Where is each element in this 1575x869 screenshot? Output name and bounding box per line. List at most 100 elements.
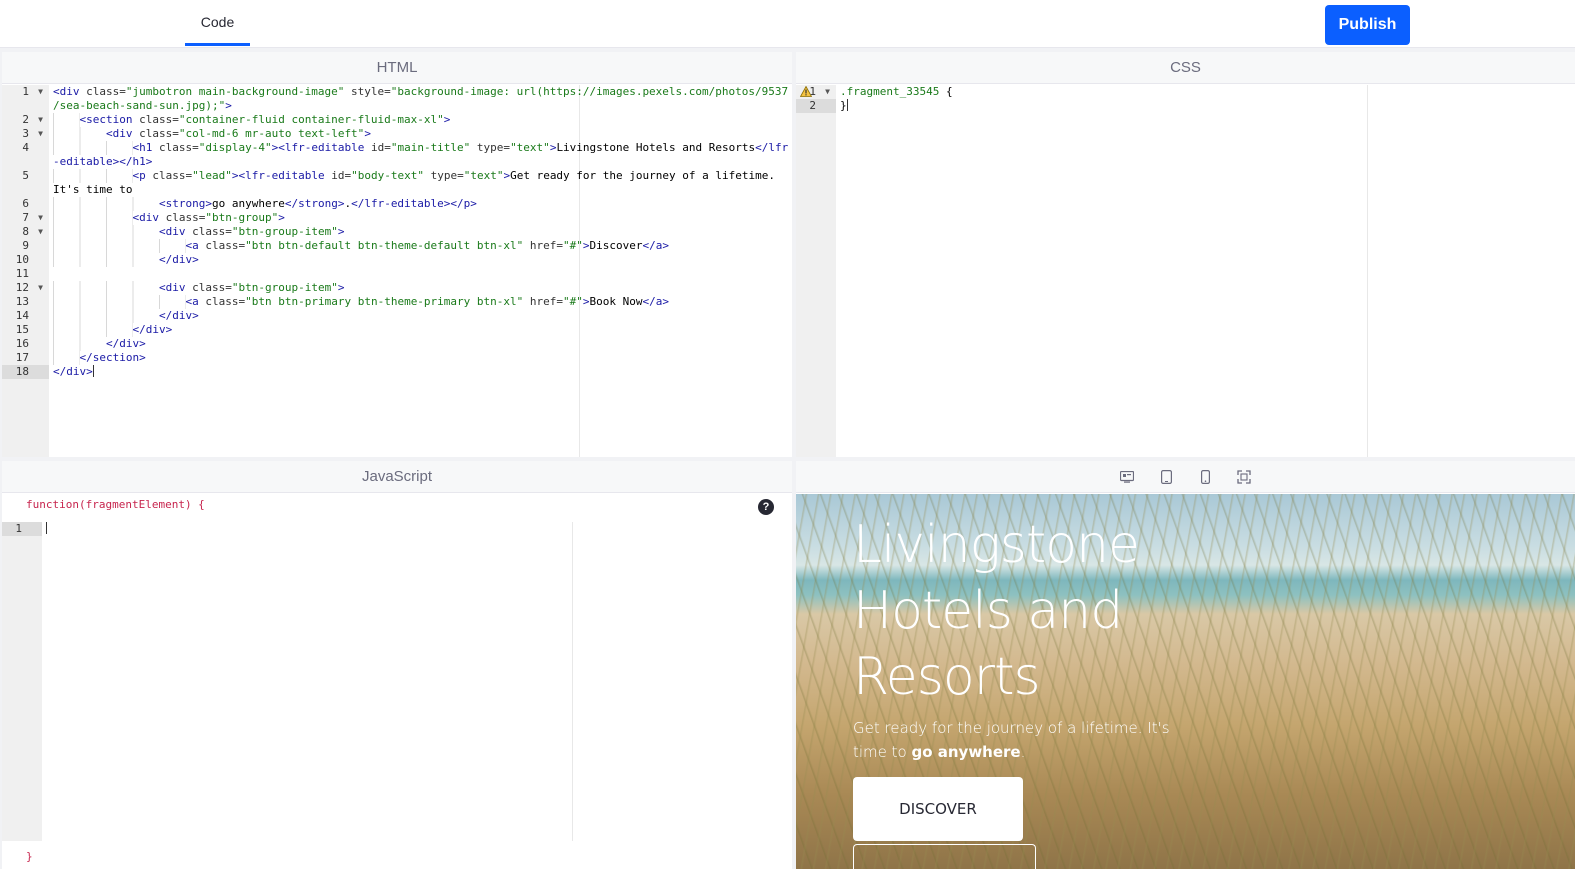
code-line[interactable]: 16 </div> xyxy=(2,337,792,351)
line-number-gutter-cell: 2 ▼ xyxy=(2,113,49,127)
code-text: <div class="col-md-6 mr-auto text-left"> xyxy=(53,127,371,141)
code-line[interactable]: 3 ▼ <div class="col-md-6 mr-auto text-left… xyxy=(2,127,792,141)
custom-size-icon[interactable] xyxy=(1234,467,1254,487)
code-line[interactable]: 10 </div> xyxy=(2,253,792,267)
line-number-gutter-cell: 1 ▼ xyxy=(796,85,836,99)
code-line[interactable]: 4 <h1 class="display-4"><lfr-editable id=… xyxy=(2,141,792,155)
code-token: "container-fluid container-fluid-max-xl" xyxy=(178,113,444,126)
code-line[interactable]: It's time to xyxy=(2,183,792,197)
top-bar: Code Publish xyxy=(0,0,1575,48)
code-token: style= xyxy=(344,85,391,98)
line-number: 17 xyxy=(15,351,29,364)
line-number: 9 xyxy=(22,239,29,252)
code-line[interactable]: 1 ▼ <div class="jumbotron main-background-… xyxy=(2,85,792,99)
fragment-code-editor: Code Publish HTML 1 ▼ <div class="jumbotro… xyxy=(0,0,1575,869)
indent-guide xyxy=(53,197,159,211)
code-line[interactable]: -editable></h1> xyxy=(2,155,792,169)
line-number-gutter-cell: 11 xyxy=(2,267,49,281)
code-text: <a class="btn btn-primary btn-theme-prim… xyxy=(53,295,669,309)
css-editor[interactable]: 1 ▼ .fragment_33545 {2} xyxy=(796,85,1575,457)
book-now-button[interactable] xyxy=(853,844,1036,869)
code-line[interactable]: 2} xyxy=(796,99,1575,113)
fold-toggle-icon[interactable]: ▼ xyxy=(38,85,43,99)
code-line[interactable]: 11 xyxy=(2,267,792,281)
tab-code[interactable]: Code xyxy=(185,0,250,46)
fold-toggle-icon[interactable]: ▼ xyxy=(38,113,43,127)
code-token: </div> xyxy=(159,309,199,322)
line-number-gutter-cell: 1 xyxy=(2,522,42,536)
indent-guide xyxy=(53,323,133,337)
code-token: "#" xyxy=(563,239,583,252)
code-line[interactable]: 6 <strong>go anywhere</strong>.</lfr-edit… xyxy=(2,197,792,211)
css-code-area[interactable] xyxy=(836,85,1575,457)
line-number: 8 xyxy=(22,225,29,238)
code-line[interactable]: 1 xyxy=(2,522,792,536)
html-panel: HTML 1 ▼ <div class="jumbotron main-backgr… xyxy=(2,52,792,457)
code-text: <div class="btn-group"> xyxy=(53,211,285,225)
line-number: 16 xyxy=(15,337,29,350)
js-editor[interactable]: 1 xyxy=(2,522,792,841)
code-text: </section> xyxy=(53,351,146,365)
line-number: 1 xyxy=(22,85,29,98)
line-number: 14 xyxy=(15,309,29,322)
code-line[interactable]: 9 <a class="btn btn-default btn-theme-def… xyxy=(2,239,792,253)
code-token: id= xyxy=(331,169,352,182)
fold-toggle-icon[interactable]: ▼ xyxy=(38,225,43,239)
code-token: -editable></h1> xyxy=(53,155,153,168)
publish-button[interactable]: Publish xyxy=(1325,5,1410,45)
code-token: /sea-beach-sand-sun.jpg);" xyxy=(53,99,226,112)
code-line[interactable]: 2 ▼ <section class="container-fluid contai… xyxy=(2,113,792,127)
indent-guide xyxy=(53,295,186,309)
line-number-gutter-cell: 8 ▼ xyxy=(2,225,49,239)
code-line[interactable]: 15 </div> xyxy=(2,323,792,337)
tablet-icon[interactable] xyxy=(1156,467,1176,487)
code-line[interactable]: 13 <a class="btn btn-primary btn-theme-pr… xyxy=(2,295,792,309)
fold-toggle-icon[interactable]: ▼ xyxy=(825,85,830,99)
code-line[interactable]: 14 </div> xyxy=(2,309,792,323)
line-number-gutter-cell xyxy=(2,99,49,113)
js-gutter xyxy=(2,522,42,841)
js-code-area[interactable] xyxy=(42,522,792,841)
fold-toggle-icon[interactable]: ▼ xyxy=(38,281,43,295)
html-editor[interactable]: 1 ▼ <div class="jumbotron main-background-… xyxy=(2,85,792,457)
code-text: </div> xyxy=(53,337,146,351)
code-token: </div> xyxy=(132,323,173,336)
fold-toggle-icon[interactable]: ▼ xyxy=(38,211,43,225)
html-panel-title: HTML xyxy=(2,52,792,84)
code-text: -editable></h1> xyxy=(53,155,152,169)
print-margin xyxy=(572,522,573,841)
code-token: class= xyxy=(86,85,126,98)
code-text: <div class="btn-group-item"> xyxy=(53,281,344,295)
code-line[interactable]: /sea-beach-sand-sun.jpg);"> xyxy=(2,99,792,113)
indent-guide xyxy=(53,309,159,323)
code-token: class= xyxy=(192,225,232,238)
line-number: 12 xyxy=(15,281,29,294)
help-icon[interactable]: ? xyxy=(758,499,774,515)
desktop-icon[interactable] xyxy=(1117,467,1137,487)
code-token: "jumbotron main-background-image" xyxy=(125,85,345,98)
hero-lead[interactable]: Get ready for the journey of a lifetime.… xyxy=(853,716,1173,764)
code-line[interactable]: 5 <p class="lead"><lfr-editable id="body-… xyxy=(2,169,792,183)
code-text: /sea-beach-sand-sun.jpg);"> xyxy=(53,99,232,113)
hero-title[interactable]: Livingstone Hotels and Resorts xyxy=(853,512,1153,710)
code-token: type= xyxy=(423,169,464,182)
code-token: </a> xyxy=(642,295,670,308)
line-number-gutter-cell: 17 xyxy=(2,351,49,365)
code-token: href= xyxy=(523,295,564,308)
code-line[interactable]: 17 </section> xyxy=(2,351,792,365)
line-number: 15 xyxy=(15,323,29,336)
code-token: "background-image: url(https://images.pe… xyxy=(390,85,789,98)
code-line[interactable]: 7 ▼ <div class="btn-group"> xyxy=(2,211,792,225)
fold-toggle-icon[interactable]: ▼ xyxy=(38,127,43,141)
preview-canvas: Livingstone Hotels and Resorts Get ready… xyxy=(796,494,1575,869)
code-line[interactable]: 18 </div> xyxy=(2,365,792,379)
line-number: 13 xyxy=(15,295,29,308)
code-token: "text" xyxy=(463,169,504,182)
code-line[interactable]: 12 ▼ <div class="btn-group-item"> xyxy=(2,281,792,295)
code-line[interactable]: 1 ▼ .fragment_33545 { xyxy=(796,85,1575,99)
mobile-icon[interactable] xyxy=(1195,467,1215,487)
code-line[interactable]: 8 ▼ <div class="btn-group-item"> xyxy=(2,225,792,239)
discover-button[interactable]: DISCOVER xyxy=(853,777,1023,841)
css-gutter xyxy=(796,85,836,457)
code-token: Book Now xyxy=(589,295,643,308)
